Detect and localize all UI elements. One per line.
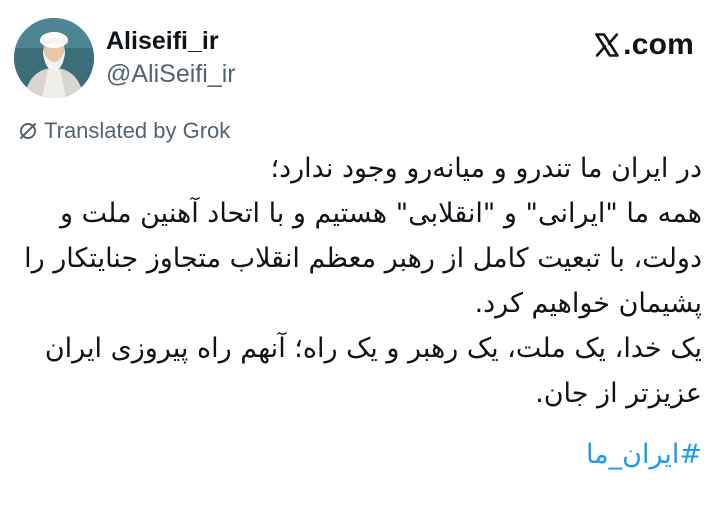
translated-by-label: Translated by Grok [44, 118, 231, 143]
tweet-line: یک خدا، یک ملت، یک رهبر و یک راه؛ آنهم ر… [44, 333, 702, 364]
author-block[interactable]: Aliseifi_ir @AliSeifi_ir [106, 26, 236, 90]
tweet-line: پشیمان خواهیم کرد. [474, 288, 702, 319]
brand-label: .com [623, 28, 694, 61]
x-logo-icon [595, 33, 619, 57]
avatar[interactable] [14, 18, 94, 98]
hashtag-link[interactable]: #ایران_ما [586, 432, 702, 477]
avatar-image [14, 18, 94, 98]
tweet-line: دولت، با تبعیت کامل از رهبر معظم انقلاب … [24, 243, 702, 274]
tweet-text: در ایران ما تندرو و میانه‌رو وجود ندارد؛… [12, 146, 702, 416]
grok-icon [20, 123, 36, 139]
tweet-line: عزیزتر از جان. [535, 378, 702, 409]
translated-by-grok[interactable]: Translated by Grok [18, 118, 230, 144]
author-handle[interactable]: @AliSeifi_ir [106, 58, 236, 90]
tweet-line: همه ما "ایرانی" و "انقلابی" هستیم و با ا… [60, 198, 702, 229]
tweet-line: در ایران ما تندرو و میانه‌رو وجود ندارد؛ [270, 153, 702, 184]
brand-watermark: .com [593, 28, 694, 62]
author-display-name[interactable]: Aliseifi_ir [106, 26, 236, 56]
